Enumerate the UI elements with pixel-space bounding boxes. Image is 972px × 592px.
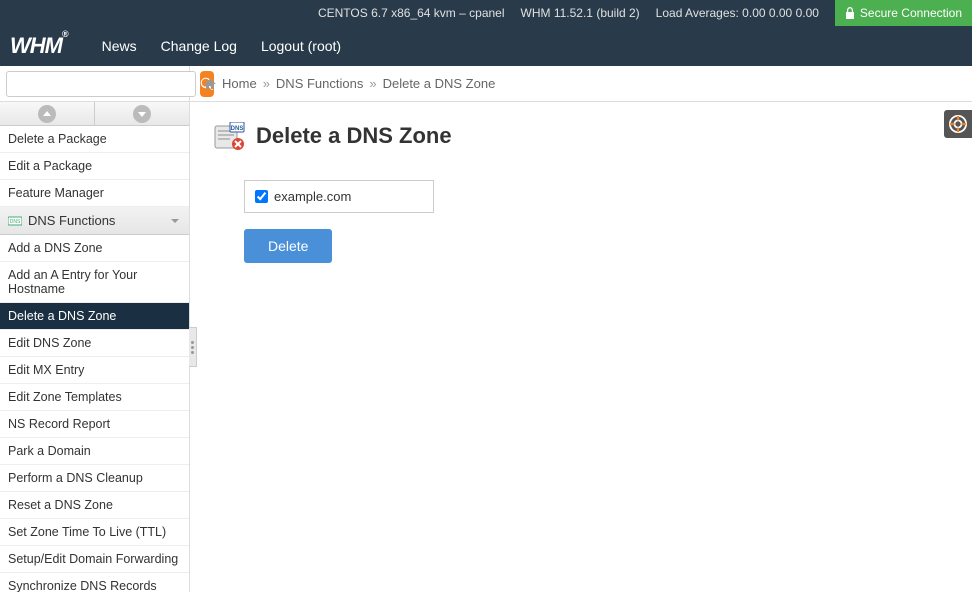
sidebar-item[interactable]: Perform a DNS Cleanup bbox=[0, 465, 189, 492]
content-area: DNS Delete a DNS Zone example.com Delete bbox=[190, 102, 972, 592]
sidebar-item[interactable]: Setup/Edit Domain Forwarding bbox=[0, 546, 189, 573]
load-averages: Load Averages: 0.00 0.00 0.00 bbox=[656, 6, 819, 20]
sidebar-item[interactable]: Edit a Package bbox=[0, 153, 189, 180]
top-status-bar: CENTOS 6.7 x86_64 kvm – cpanel WHM 11.52… bbox=[0, 0, 972, 26]
home-icon bbox=[204, 78, 216, 90]
secure-connection-label: Secure Connection bbox=[860, 6, 962, 20]
zone-label[interactable]: example.com bbox=[274, 189, 351, 204]
sidebar-item[interactable]: Reset a DNS Zone bbox=[0, 492, 189, 519]
svg-text:DNS: DNS bbox=[231, 126, 244, 132]
breadcrumb-sep: » bbox=[369, 76, 376, 91]
nav-logout[interactable]: Logout (root) bbox=[261, 38, 341, 54]
main-area: Delete a PackageEdit a PackageFeature Ma… bbox=[0, 102, 972, 592]
arrow-down-icon bbox=[133, 105, 151, 123]
breadcrumb-sep: » bbox=[263, 76, 270, 91]
sidebar-nav-arrows bbox=[0, 102, 189, 126]
os-info: CENTOS 6.7 x86_64 kvm – cpanel bbox=[318, 6, 505, 20]
nav-changelog[interactable]: Change Log bbox=[161, 38, 237, 54]
sidebar-container: Delete a PackageEdit a PackageFeature Ma… bbox=[0, 102, 190, 592]
secure-connection-badge[interactable]: Secure Connection bbox=[835, 0, 972, 26]
whm-logo[interactable]: WHM® bbox=[10, 33, 78, 59]
life-ring-icon bbox=[949, 115, 967, 133]
sidebar-item[interactable]: Add an A Entry for Your Hostname bbox=[0, 262, 189, 303]
zone-selection-box: example.com bbox=[244, 180, 434, 213]
nav-news[interactable]: News bbox=[102, 38, 137, 54]
main-navbar: WHM® News Change Log Logout (root) bbox=[0, 26, 972, 66]
sidebar-item[interactable]: Park a Domain bbox=[0, 438, 189, 465]
sidebar-item[interactable]: Synchronize DNS Records bbox=[0, 573, 189, 592]
chevron-down-icon bbox=[169, 215, 181, 227]
dns-icon: DNS bbox=[8, 215, 22, 227]
breadcrumb: Home » DNS Functions » Delete a DNS Zone bbox=[190, 76, 509, 91]
sidebar-item[interactable]: Edit DNS Zone bbox=[0, 330, 189, 357]
sidebar-item[interactable]: Edit Zone Templates bbox=[0, 384, 189, 411]
arrow-up-icon bbox=[38, 105, 56, 123]
search-input[interactable] bbox=[6, 71, 196, 97]
sidebar[interactable]: Delete a PackageEdit a PackageFeature Ma… bbox=[0, 126, 189, 592]
sidebar-up-button[interactable] bbox=[0, 102, 95, 125]
sidebar-item[interactable]: Set Zone Time To Live (TTL) bbox=[0, 519, 189, 546]
sidebar-item[interactable]: Delete a Package bbox=[0, 126, 189, 153]
breadcrumb-home[interactable]: Home bbox=[222, 76, 257, 91]
toolbar: Home » DNS Functions » Delete a DNS Zone bbox=[0, 66, 972, 102]
delete-button[interactable]: Delete bbox=[244, 229, 332, 263]
page-title: Delete a DNS Zone bbox=[256, 123, 452, 149]
svg-text:DNS: DNS bbox=[10, 219, 21, 225]
sidebar-item[interactable]: Feature Manager bbox=[0, 180, 189, 207]
sidebar-item[interactable]: Delete a DNS Zone bbox=[0, 303, 189, 330]
sidebar-down-button[interactable] bbox=[95, 102, 189, 125]
help-button[interactable] bbox=[944, 110, 972, 138]
dns-zone-delete-icon: DNS bbox=[214, 122, 246, 150]
sidebar-group-dns-functions[interactable]: DNSDNS Functions bbox=[0, 207, 189, 235]
sidebar-item[interactable]: Edit MX Entry bbox=[0, 357, 189, 384]
zone-checkbox[interactable] bbox=[255, 190, 268, 203]
sidebar-item[interactable]: Add a DNS Zone bbox=[0, 235, 189, 262]
whm-version: WHM 11.52.1 (build 2) bbox=[521, 6, 640, 20]
lock-icon bbox=[845, 7, 855, 19]
search-container bbox=[0, 66, 190, 101]
sidebar-item[interactable]: NS Record Report bbox=[0, 411, 189, 438]
page-header: DNS Delete a DNS Zone bbox=[214, 122, 948, 150]
breadcrumb-dns[interactable]: DNS Functions bbox=[276, 76, 363, 91]
breadcrumb-current: Delete a DNS Zone bbox=[383, 76, 496, 91]
